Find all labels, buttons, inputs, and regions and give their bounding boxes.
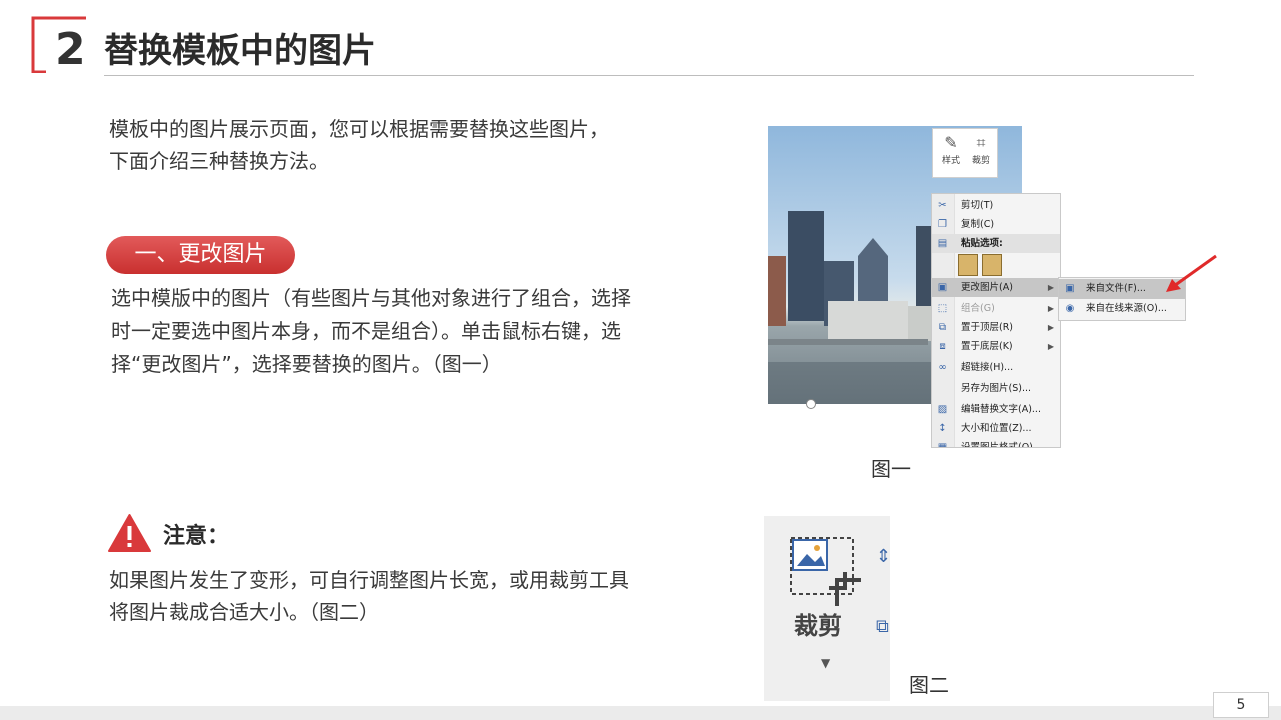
group-icon: ⬚ bbox=[937, 303, 948, 314]
menu-item-label: 更改图片(A) bbox=[961, 282, 1013, 293]
method-description: 选中模版中的图片（有些图片与其他对象进行了组合，选择 时一定要选中图片本身，而不… bbox=[111, 282, 681, 381]
submenu-arrow-icon: ▶ bbox=[1047, 323, 1054, 332]
warning-icon bbox=[108, 514, 151, 552]
intro-line: 下面介绍三种替换方法。 bbox=[109, 149, 329, 173]
crop-icon: ⌗ bbox=[976, 133, 986, 152]
intro-line: 模板中的图片展示页面，您可以根据需要替换这些图片， bbox=[109, 117, 609, 141]
page-title: 替换模板中的图片 bbox=[104, 31, 376, 71]
menu-item-label: 另存为图片(S)... bbox=[961, 383, 1032, 394]
menu-item-label: 置于底层(K) bbox=[961, 341, 1013, 352]
submenu-item-label: 来自在线来源(O)... bbox=[1086, 303, 1167, 314]
figure2-caption: 图二 bbox=[909, 673, 949, 697]
menu-item-size-position[interactable]: ↕ 大小和位置(Z)... bbox=[932, 419, 1060, 438]
size-position-icon: ↕ bbox=[938, 423, 947, 434]
figure1-caption: 图一 bbox=[871, 457, 911, 481]
menu-item-group[interactable]: ⬚ 组合(G) ▶ bbox=[932, 299, 1060, 318]
style-label: 样式 bbox=[941, 156, 960, 166]
mini-toolbar: ✎ 样式 ⌗ 裁剪 bbox=[932, 128, 998, 178]
note-line: 如果图片发生了变形，可自行调整图片长宽，或用裁剪工具 bbox=[109, 568, 629, 592]
menu-item-send-to-back[interactable]: ⧈ 置于底层(K) ▶ bbox=[932, 337, 1060, 356]
hyperlink-icon: ∞ bbox=[938, 362, 947, 373]
submenu-arrow-icon: ▶ bbox=[1047, 342, 1054, 351]
crop-button-label[interactable]: 裁剪 bbox=[794, 610, 842, 642]
crop-picture-icon bbox=[790, 537, 861, 606]
menu-item-edit-alt-text[interactable]: ▨ 编辑替换文字(A)... bbox=[932, 400, 1060, 419]
menu-item-save-as-picture[interactable]: 另存为图片(S)... bbox=[932, 379, 1060, 398]
from-file-icon: ▣ bbox=[1065, 283, 1075, 294]
menu-item-label: 超链接(H)... bbox=[961, 362, 1014, 373]
menu-item-bring-to-front[interactable]: ⧉ 置于顶层(R) ▶ bbox=[932, 318, 1060, 337]
submenu-item-online[interactable]: ◉ 来自在线来源(O)... bbox=[1059, 299, 1185, 319]
footer-bar bbox=[0, 706, 1281, 720]
page-number: 5 bbox=[1213, 692, 1269, 718]
method-line: 选中模版中的图片（有些图片与其他对象进行了组合，选择 bbox=[111, 286, 631, 310]
style-icon: ✎ bbox=[944, 133, 958, 152]
menu-item-cut[interactable]: ✂ 剪切(T) bbox=[932, 196, 1060, 215]
bring-front-icon: ⧉ bbox=[938, 322, 947, 333]
menu-item-label: 粘贴选项: bbox=[961, 238, 1003, 249]
method-label-pill: 一、更改图片 bbox=[106, 236, 295, 274]
scissors-icon: ✂ bbox=[938, 200, 947, 211]
menu-item-label: 编辑替换文字(A)... bbox=[961, 404, 1041, 415]
section-number: 2 bbox=[55, 24, 86, 75]
crop-tool-screenshot: 裁剪 ▼ ⇕ ⧉ bbox=[764, 516, 890, 701]
paste-keep-format-icon[interactable] bbox=[958, 254, 978, 276]
menu-item-label: 大小和位置(Z)... bbox=[961, 423, 1032, 434]
resize-handle[interactable] bbox=[806, 399, 816, 409]
menu-item-label: 置于顶层(R) bbox=[961, 322, 1014, 333]
menu-item-hyperlink[interactable]: ∞ 超链接(H)... bbox=[932, 358, 1060, 377]
online-source-icon: ◉ bbox=[1065, 303, 1075, 314]
menu-item-change-picture[interactable]: ▣ 更改图片(A) ▶ bbox=[932, 278, 1060, 297]
submenu-item-label: 来自文件(F)... bbox=[1086, 283, 1146, 294]
pointer-arrow-icon bbox=[1166, 254, 1217, 292]
chevron-down-icon[interactable]: ▼ bbox=[821, 656, 830, 670]
alt-text-icon: ▨ bbox=[937, 404, 948, 415]
partial-ribbon-icon: ⇕ bbox=[876, 546, 890, 567]
menu-item-label: 剪切(T) bbox=[961, 200, 994, 211]
menu-item-label: 组合(G) bbox=[961, 303, 995, 314]
partial-ribbon-icon: ⧉ bbox=[876, 616, 889, 637]
title-divider bbox=[104, 75, 1194, 76]
menu-item-label: 设置图片格式(O)... bbox=[961, 442, 1042, 448]
send-back-icon: ⧈ bbox=[939, 341, 946, 352]
note-title: 注意： bbox=[163, 524, 230, 549]
method-line: 择“更改图片”，选择要替换的图片。（图一） bbox=[111, 352, 502, 376]
submenu-arrow-icon: ▶ bbox=[1047, 304, 1054, 313]
paste-option-icons bbox=[958, 254, 1006, 280]
change-picture-icon: ▣ bbox=[937, 282, 948, 293]
crop-label: 裁剪 bbox=[971, 156, 990, 166]
note-text: 如果图片发生了变形，可自行调整图片长宽，或用裁剪工具 将图片裁成合适大小。（图二… bbox=[109, 564, 689, 628]
paste-icon: ▤ bbox=[937, 238, 948, 249]
intro-text: 模板中的图片展示页面，您可以根据需要替换这些图片， 下面介绍三种替换方法。 bbox=[109, 113, 609, 177]
context-menu: ✂ 剪切(T) ❐ 复制(C) ▤ 粘贴选项: ▣ 更改图片(A) ▶ ⬚ 组合… bbox=[931, 193, 1061, 448]
menu-item-copy[interactable]: ❐ 复制(C) bbox=[932, 215, 1060, 234]
format-picture-icon: ▦ bbox=[937, 442, 948, 448]
note-line: 将图片裁成合适大小。（图二） bbox=[109, 600, 379, 624]
menu-item-paste-options: ▤ 粘贴选项: bbox=[932, 234, 1060, 253]
paste-picture-icon[interactable] bbox=[982, 254, 1002, 276]
copy-icon: ❐ bbox=[938, 219, 947, 230]
crop-button[interactable]: ⌗ 裁剪 bbox=[966, 133, 996, 166]
menu-item-label: 复制(C) bbox=[961, 219, 995, 230]
menu-item-format-picture[interactable]: ▦ 设置图片格式(O)... bbox=[932, 438, 1060, 448]
style-button[interactable]: ✎ 样式 bbox=[936, 133, 966, 166]
submenu-arrow-icon: ▶ bbox=[1047, 283, 1054, 292]
method-line: 时一定要选中图片本身，而不是组合）。单击鼠标右键，选 bbox=[111, 319, 621, 343]
